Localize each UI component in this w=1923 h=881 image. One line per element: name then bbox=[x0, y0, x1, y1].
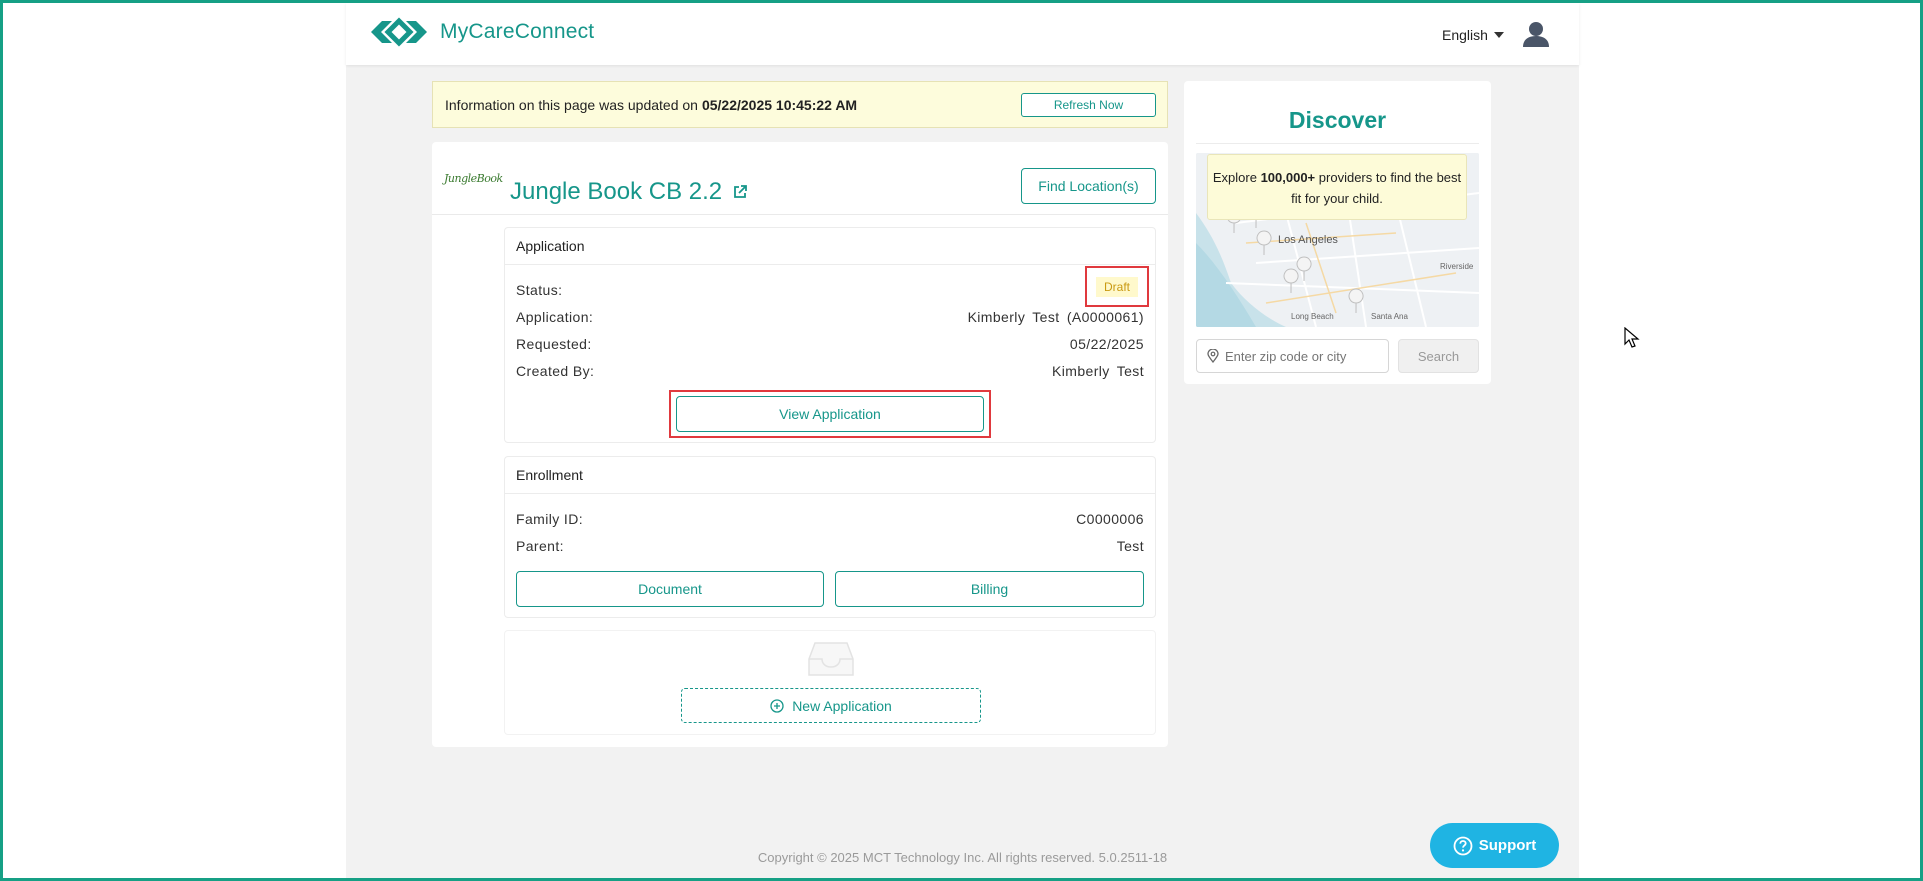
requested-row: Requested: 05/22/2025 bbox=[516, 336, 1144, 352]
status-badge: Draft bbox=[1095, 276, 1138, 297]
banner-timestamp: 05/22/2025 10:45:22 AM bbox=[701, 96, 858, 113]
provider-card: JungleBook Jungle Book CB 2.2 Find Locat… bbox=[432, 142, 1168, 747]
discover-panel: Discover Los Angeles Long Beach Santa An… bbox=[1184, 81, 1491, 384]
caret-down-icon bbox=[1493, 32, 1504, 38]
enrollment-section: Enrollment Family ID: C0000006 Parent: T… bbox=[504, 456, 1156, 618]
help-icon bbox=[1453, 836, 1473, 855]
support-label: Support bbox=[1478, 837, 1537, 854]
parent-row: Parent: Test bbox=[516, 538, 1144, 554]
map-label-los-angeles: Los Angeles bbox=[1278, 234, 1338, 246]
divider bbox=[432, 214, 1168, 215]
discover-title: Discover bbox=[1288, 107, 1387, 133]
plus-circle-icon bbox=[770, 698, 784, 713]
empty-inbox-icon bbox=[808, 642, 854, 676]
divider bbox=[505, 493, 1155, 494]
discover-note: Explore 100,000+ providers to find the b… bbox=[1207, 154, 1467, 220]
created-by-label: Created By: bbox=[516, 363, 595, 379]
map-label-riverside: Riverside bbox=[1440, 262, 1474, 271]
parent-label: Parent: bbox=[516, 538, 564, 554]
status-row: Status: bbox=[516, 282, 1144, 298]
top-header: MyCareConnect English bbox=[346, 3, 1579, 65]
note-suffix: providers to find the best fit for your … bbox=[1291, 170, 1462, 206]
provider-title[interactable]: Jungle Book CB 2.2 bbox=[510, 178, 748, 206]
provider-name: Jungle Book CB 2.2 bbox=[510, 178, 723, 205]
note-prefix: Explore bbox=[1212, 170, 1257, 185]
family-id-value: C0000006 bbox=[1076, 511, 1144, 527]
location-pin-icon bbox=[1207, 349, 1219, 363]
search-button[interactable]: Search bbox=[1398, 339, 1479, 373]
view-application-highlight: View Application bbox=[669, 390, 991, 438]
requested-label: Requested: bbox=[516, 336, 592, 352]
map-label-santa-ana: Santa Ana bbox=[1371, 312, 1408, 321]
brand-name: MyCareConnect bbox=[440, 20, 595, 43]
language-selector[interactable]: English bbox=[1442, 27, 1504, 43]
new-application-button[interactable]: New Application bbox=[681, 688, 981, 723]
document-button[interactable]: Document bbox=[516, 571, 824, 607]
zip-input[interactable] bbox=[1225, 348, 1385, 364]
enrollment-title: Enrollment bbox=[516, 467, 583, 483]
mouse-cursor-icon bbox=[1624, 327, 1640, 348]
new-application-section: New Application bbox=[504, 630, 1156, 735]
view-application-button[interactable]: View Application bbox=[676, 396, 984, 432]
parent-value: Test bbox=[1116, 538, 1144, 554]
application-label: Application: bbox=[516, 309, 594, 325]
application-row: Application: Kimberly Test (A0000061) bbox=[516, 309, 1144, 325]
banner-text: Information on this page was updated on bbox=[445, 96, 698, 113]
status-label: Status: bbox=[516, 282, 563, 298]
application-value: Kimberly Test (A0000061) bbox=[967, 309, 1144, 325]
new-application-label: New Application bbox=[792, 697, 892, 714]
language-label: English bbox=[1442, 27, 1488, 43]
user-icon[interactable] bbox=[1522, 21, 1550, 47]
brand-logo[interactable]: MyCareConnect bbox=[368, 16, 594, 48]
family-id-row: Family ID: C0000006 bbox=[516, 511, 1144, 527]
requested-value: 05/22/2025 bbox=[1069, 336, 1144, 352]
brand-logo-icon bbox=[371, 17, 427, 47]
billing-button[interactable]: Billing bbox=[835, 571, 1144, 607]
zip-search-field[interactable] bbox=[1196, 339, 1389, 373]
provider-logo: JungleBook bbox=[444, 172, 503, 185]
footer-copyright: Copyright © 2025 MCT Technology Inc. All… bbox=[757, 850, 1168, 865]
application-section: Application Status: Draft Application: K… bbox=[504, 227, 1156, 443]
map-label-long-beach: Long Beach bbox=[1291, 312, 1334, 321]
created-by-row: Created By: Kimberly Test bbox=[516, 363, 1144, 379]
application-title: Application bbox=[516, 238, 585, 254]
divider bbox=[505, 264, 1155, 265]
support-button[interactable]: Support bbox=[1430, 823, 1559, 868]
created-by-value: Kimberly Test bbox=[1052, 363, 1144, 379]
status-highlight: Draft bbox=[1085, 266, 1149, 307]
note-count: 100,000+ bbox=[1260, 170, 1316, 185]
update-banner: Information on this page was updated on … bbox=[432, 81, 1168, 128]
app-shell: MyCareConnect English Information on thi… bbox=[346, 3, 1579, 878]
find-locations-button[interactable]: Find Location(s) bbox=[1021, 168, 1156, 204]
divider bbox=[1196, 143, 1479, 144]
external-link-icon[interactable] bbox=[732, 184, 748, 200]
family-id-label: Family ID: bbox=[516, 511, 583, 527]
refresh-now-button[interactable]: Refresh Now bbox=[1021, 93, 1156, 117]
